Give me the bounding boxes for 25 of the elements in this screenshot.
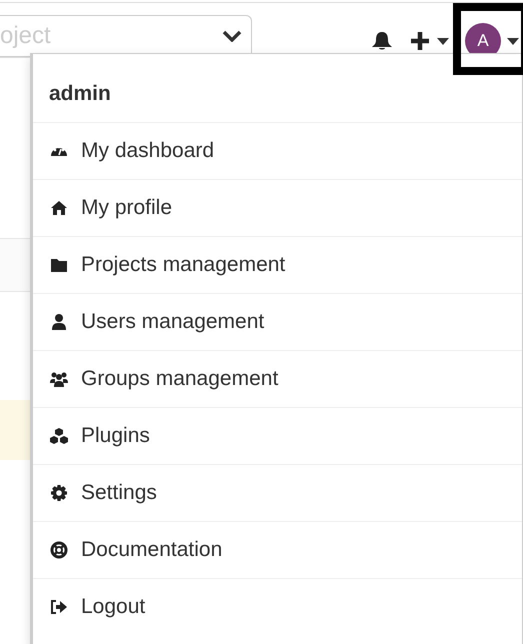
lifebuoy-icon <box>49 541 69 559</box>
caret-icon <box>507 38 519 44</box>
users-icon <box>49 370 69 388</box>
add-menu-button[interactable] <box>409 30 449 52</box>
caret-icon <box>437 38 449 44</box>
chevron-down-icon <box>222 30 242 42</box>
menu-item[interactable]: Users management <box>33 293 522 350</box>
cubes-icon <box>49 427 69 445</box>
menu-header: admin <box>48 81 112 107</box>
table-row-background <box>0 400 30 460</box>
home-icon <box>49 199 69 217</box>
plus-icon <box>409 30 431 52</box>
menu-item[interactable]: Plugins <box>33 407 522 464</box>
folder-icon <box>49 256 69 274</box>
menu-item[interactable]: Documentation <box>33 521 522 578</box>
settings-icon <box>49 484 69 502</box>
bell-icon[interactable] <box>371 31 393 51</box>
menu-item[interactable]: My profile <box>33 179 522 236</box>
menu-item[interactable]: My dashboard <box>33 122 522 179</box>
user-icon <box>49 313 69 331</box>
logout-icon <box>49 598 69 616</box>
menu-item[interactable]: Settings <box>33 464 522 521</box>
menu-item[interactable]: Logout <box>33 578 522 635</box>
menu-item[interactable]: Groups management <box>33 350 522 407</box>
menu-item[interactable]: Projects management <box>33 236 522 293</box>
